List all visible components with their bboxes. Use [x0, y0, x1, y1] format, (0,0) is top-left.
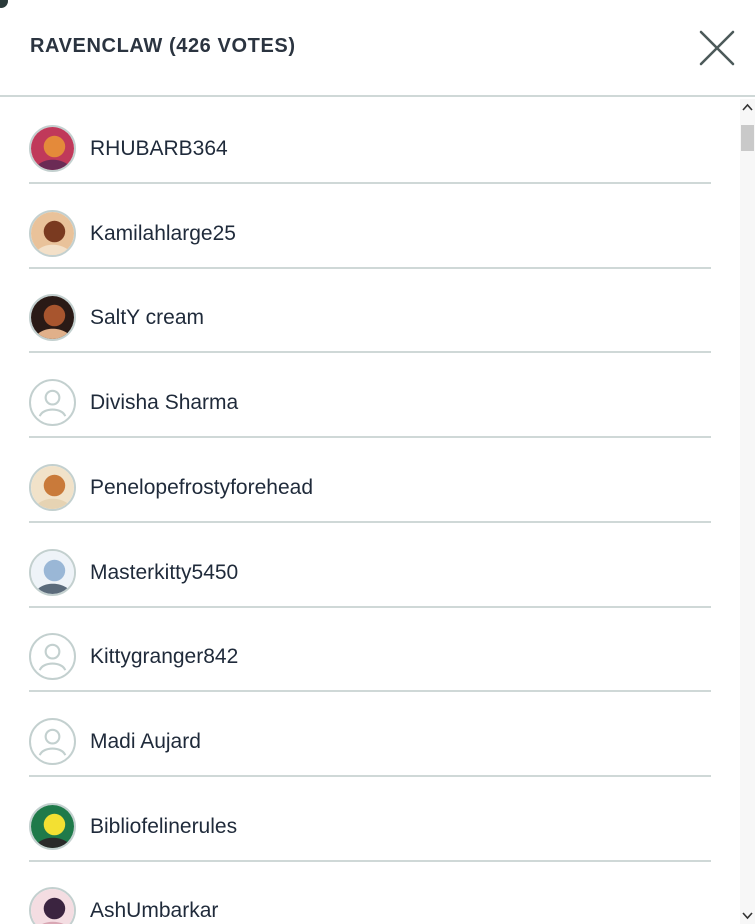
voter-name[interactable]: SaltY cream — [90, 306, 204, 330]
voter-list[interactable]: RHUBARB364 Kamilahlarge25 SaltY cream Divis… — [0, 99, 740, 924]
close-icon — [699, 30, 735, 66]
voter-row[interactable]: Divisha Sharma — [29, 353, 711, 439]
voter-name[interactable]: Penelopefrostyforehead — [90, 476, 313, 500]
voter-row[interactable]: SaltY cream — [29, 268, 711, 354]
voter-name[interactable]: Masterkitty5450 — [90, 561, 238, 585]
dialog-header: RAVENCLAW (426 VOTES) — [0, 0, 755, 97]
voter-row[interactable]: RHUBARB364 — [29, 99, 711, 184]
voter-row[interactable]: Kamilahlarge25 — [29, 184, 711, 269]
avatar[interactable] — [29, 125, 76, 172]
dialog-title: RAVENCLAW (426 VOTES) — [30, 35, 296, 57]
voter-name[interactable]: Bibliofelinerules — [90, 815, 237, 839]
voters-dialog: RAVENCLAW (426 VOTES) RHUBARB364 Kamilahl… — [0, 0, 755, 924]
voter-name[interactable]: RHUBARB364 — [90, 137, 228, 161]
scroll-thumb[interactable] — [741, 125, 754, 151]
voter-row[interactable]: AshUmbarkar — [29, 861, 711, 924]
voter-row[interactable]: Madi Aujard — [29, 692, 711, 777]
voter-name[interactable]: Kittygranger842 — [90, 645, 238, 669]
voter-row[interactable]: Penelopefrostyforehead — [29, 438, 711, 523]
voter-row[interactable]: Kittygranger842 — [29, 607, 711, 693]
avatar[interactable] — [29, 294, 76, 342]
user-placeholder-icon[interactable] — [29, 633, 76, 681]
avatar[interactable] — [29, 209, 76, 257]
user-placeholder-icon[interactable] — [29, 717, 76, 765]
avatar[interactable] — [29, 802, 76, 850]
avatar[interactable] — [29, 463, 76, 511]
scroll-up-arrow-icon[interactable] — [740, 101, 755, 115]
close-button[interactable] — [697, 28, 737, 68]
user-placeholder-icon[interactable] — [29, 379, 76, 427]
voter-row[interactable]: Bibliofelinerules — [29, 777, 711, 862]
voter-name[interactable]: Divisha Sharma — [90, 391, 238, 415]
voter-name[interactable]: AshUmbarkar — [90, 899, 218, 923]
scroll-down-arrow-icon[interactable] — [740, 908, 755, 922]
voter-name[interactable]: Madi Aujard — [90, 730, 201, 754]
avatar[interactable] — [29, 887, 76, 924]
scrollbar[interactable] — [740, 99, 755, 924]
voter-row[interactable]: Masterkitty5450 — [29, 523, 711, 608]
voter-name[interactable]: Kamilahlarge25 — [90, 222, 236, 246]
avatar[interactable] — [29, 548, 76, 596]
